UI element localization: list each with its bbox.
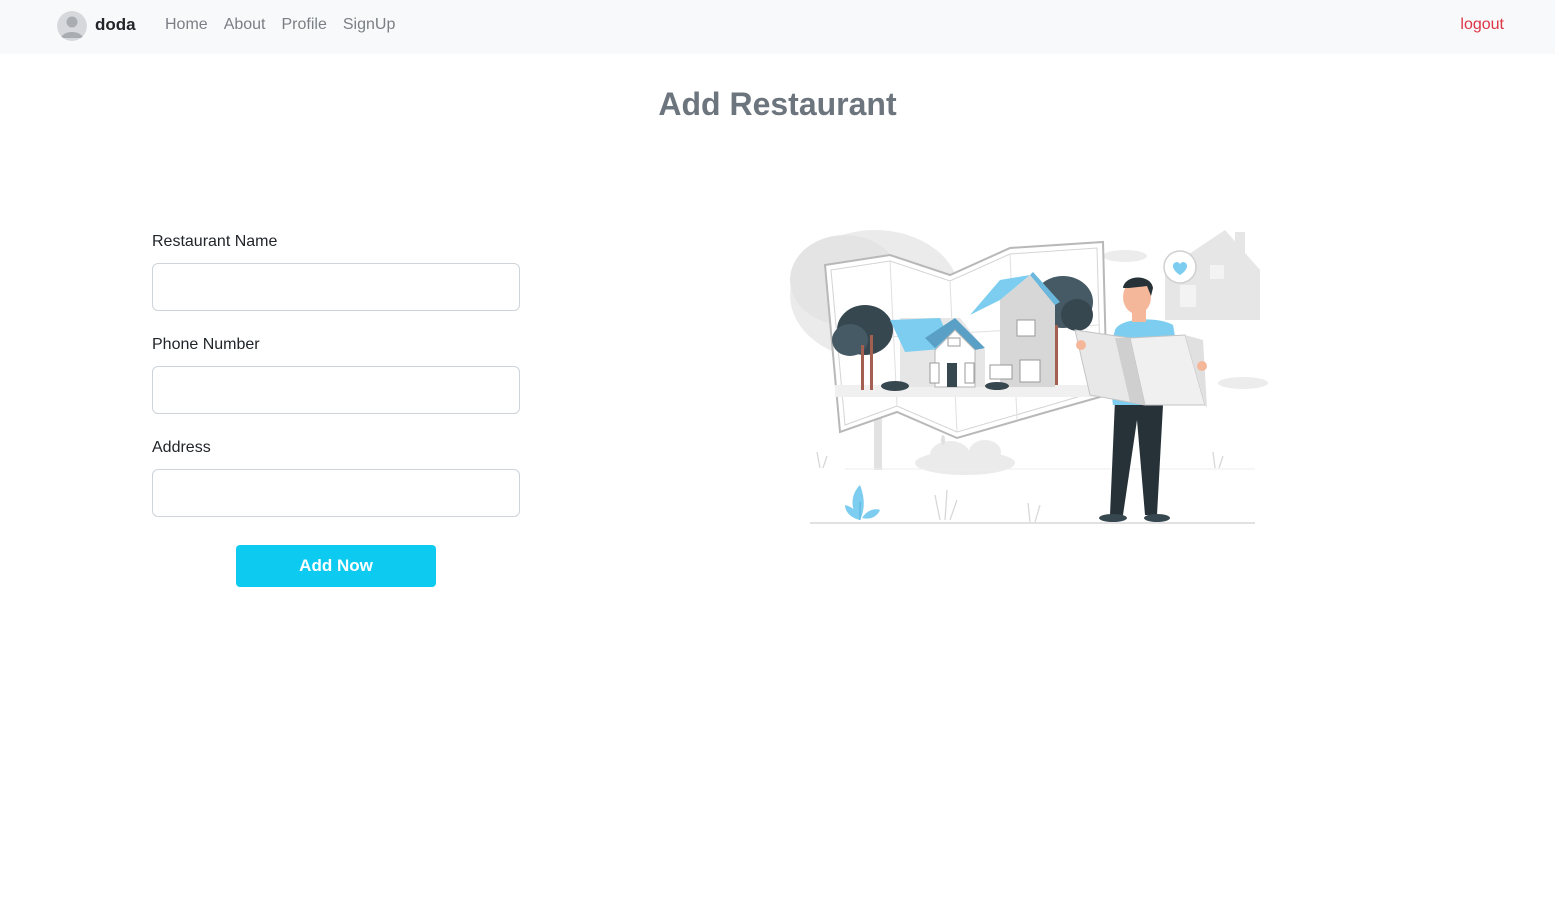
house-map-illustration — [785, 220, 1275, 530]
nav-links: Home About Profile SignUp — [165, 15, 411, 35]
phone-number-label: Phone Number — [152, 336, 260, 353]
brand-name[interactable]: doda — [95, 15, 136, 35]
logout-link[interactable]: logout — [1460, 15, 1504, 35]
nav-link-signup[interactable]: SignUp — [343, 15, 395, 35]
nav-link-profile[interactable]: Profile — [282, 15, 327, 35]
add-restaurant-form: Restaurant Name Phone Number Address Add… — [152, 232, 520, 587]
navbar: doda Home About Profile SignUp logout — [0, 0, 1555, 54]
restaurant-name-label: Restaurant Name — [152, 233, 278, 250]
restaurant-name-input[interactable] — [152, 263, 520, 311]
add-now-button[interactable]: Add Now — [236, 545, 436, 587]
phone-number-input[interactable] — [152, 366, 520, 414]
page-title: Add Restaurant — [658, 86, 897, 122]
address-input[interactable] — [152, 469, 520, 517]
address-label: Address — [152, 439, 211, 456]
user-avatar-icon[interactable] — [57, 11, 87, 41]
nav-link-home[interactable]: Home — [165, 15, 208, 35]
nav-link-about[interactable]: About — [224, 15, 266, 35]
